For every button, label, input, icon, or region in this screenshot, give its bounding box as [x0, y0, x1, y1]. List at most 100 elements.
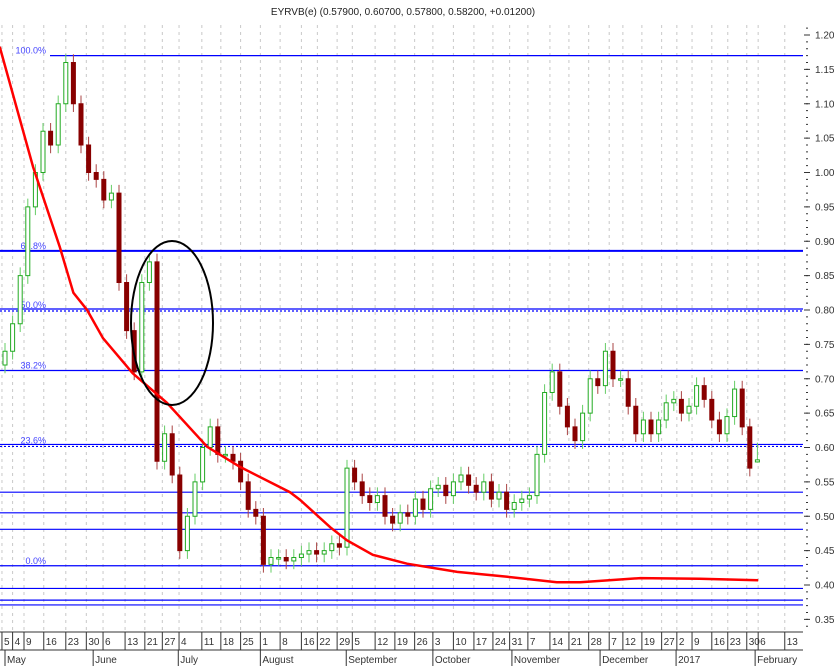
candle — [268, 549, 274, 573]
candle — [511, 494, 517, 518]
x-month-label: 2017 — [678, 655, 701, 666]
candle — [754, 442, 760, 463]
candle — [306, 542, 312, 563]
candle-body — [618, 378, 624, 381]
y-tick-label: 0.65 — [815, 409, 834, 420]
chart-title: EYRVB(e) (0.57900, 0.60700, 0.57800, 0.5… — [271, 7, 535, 18]
candle-body — [534, 453, 540, 497]
candle-body — [359, 481, 365, 497]
candle — [260, 508, 266, 573]
x-month-label: February — [757, 655, 797, 666]
candle — [314, 542, 320, 563]
candle — [192, 473, 198, 525]
candle-body — [329, 543, 335, 552]
candle — [93, 164, 99, 188]
x-day-label: 13 — [127, 637, 139, 648]
candle-body — [656, 419, 662, 435]
candle-body — [466, 474, 472, 486]
y-tick-label: 1.15 — [815, 65, 834, 76]
candle-body — [200, 447, 206, 483]
y-tick-label: 1.10 — [815, 99, 834, 110]
candle — [534, 446, 540, 504]
x-day-label: 4 — [15, 637, 21, 648]
candle — [671, 391, 677, 412]
candle — [359, 473, 365, 504]
candle-body — [504, 491, 510, 510]
x-day-label: 21 — [147, 637, 159, 648]
x-month-label: October — [435, 655, 471, 666]
candle-body — [412, 498, 418, 517]
candle — [716, 411, 722, 442]
candle-body — [450, 481, 456, 497]
x-month-label: June — [95, 655, 117, 666]
candle-body — [686, 405, 692, 414]
y-tick-label: 0.35 — [815, 615, 834, 626]
candle-body — [283, 557, 289, 562]
candle — [412, 490, 418, 525]
candle-body — [101, 178, 107, 201]
candle — [458, 466, 464, 491]
candle-body — [739, 388, 745, 428]
candle-body — [572, 426, 578, 442]
candle-body — [511, 502, 517, 510]
x-day-label: 22 — [319, 637, 331, 648]
x-day-label: 27 — [664, 637, 676, 648]
x-day-label: 10 — [455, 637, 467, 648]
candle-body — [435, 484, 441, 490]
x-day-label: 16 — [714, 637, 726, 648]
candle — [86, 136, 92, 181]
y-tick-label: 0.80 — [815, 306, 834, 317]
candle — [663, 394, 669, 429]
x-day-label: 8 — [282, 637, 288, 648]
x-month-label: May — [7, 655, 26, 666]
candle — [701, 377, 707, 408]
fib-level-label: 100.0% — [15, 46, 46, 56]
candle-body — [716, 419, 722, 435]
x-day-label: 12 — [625, 637, 637, 648]
candle-body — [428, 488, 434, 510]
candle — [481, 473, 487, 501]
candle-body — [48, 130, 54, 146]
candle — [443, 477, 449, 504]
candle-body — [40, 130, 46, 173]
candle-body — [602, 350, 608, 387]
x-month-label: September — [348, 655, 398, 666]
y-tick-label: 1.05 — [815, 134, 834, 145]
candle-body — [162, 433, 168, 462]
candle-body — [321, 550, 327, 555]
candle — [253, 501, 259, 525]
x-day-label: 31 — [512, 637, 524, 648]
candle — [390, 508, 396, 532]
candle-body — [564, 405, 570, 428]
x-day-label: 16 — [46, 637, 58, 648]
candle — [519, 490, 525, 511]
x-day-label: 25 — [243, 637, 255, 648]
candle — [48, 123, 54, 154]
y-tick-label: 1.20 — [815, 31, 834, 42]
candle-body — [678, 398, 684, 414]
candle-body — [754, 459, 760, 463]
candle — [55, 95, 61, 154]
candle-body — [374, 495, 380, 503]
candle-body — [245, 481, 251, 510]
x-axis: 5 4 9 16 23 30 6 13 21 27 4 11 18 25 1 8 16 22 29 5 12 19 26 3 1… — [0, 631, 803, 666]
candle-body — [519, 498, 525, 503]
candle-body — [587, 378, 593, 414]
x-day-label: 6 — [760, 637, 766, 648]
candle-body — [124, 282, 130, 332]
candle-body — [276, 557, 282, 560]
candle — [10, 315, 16, 360]
candle — [542, 384, 548, 463]
candle — [367, 487, 373, 511]
y-tick-label: 0.45 — [815, 546, 834, 557]
x-day-label: 5 — [354, 637, 360, 648]
candle — [610, 343, 616, 387]
candle-body — [298, 553, 304, 558]
candle — [739, 380, 745, 436]
candle — [686, 398, 692, 422]
x-day-label: 21 — [571, 637, 583, 648]
x-day-label: 23 — [730, 637, 742, 648]
candle — [648, 411, 654, 442]
candle-body — [192, 481, 198, 517]
x-day-label: 4 — [181, 637, 187, 648]
